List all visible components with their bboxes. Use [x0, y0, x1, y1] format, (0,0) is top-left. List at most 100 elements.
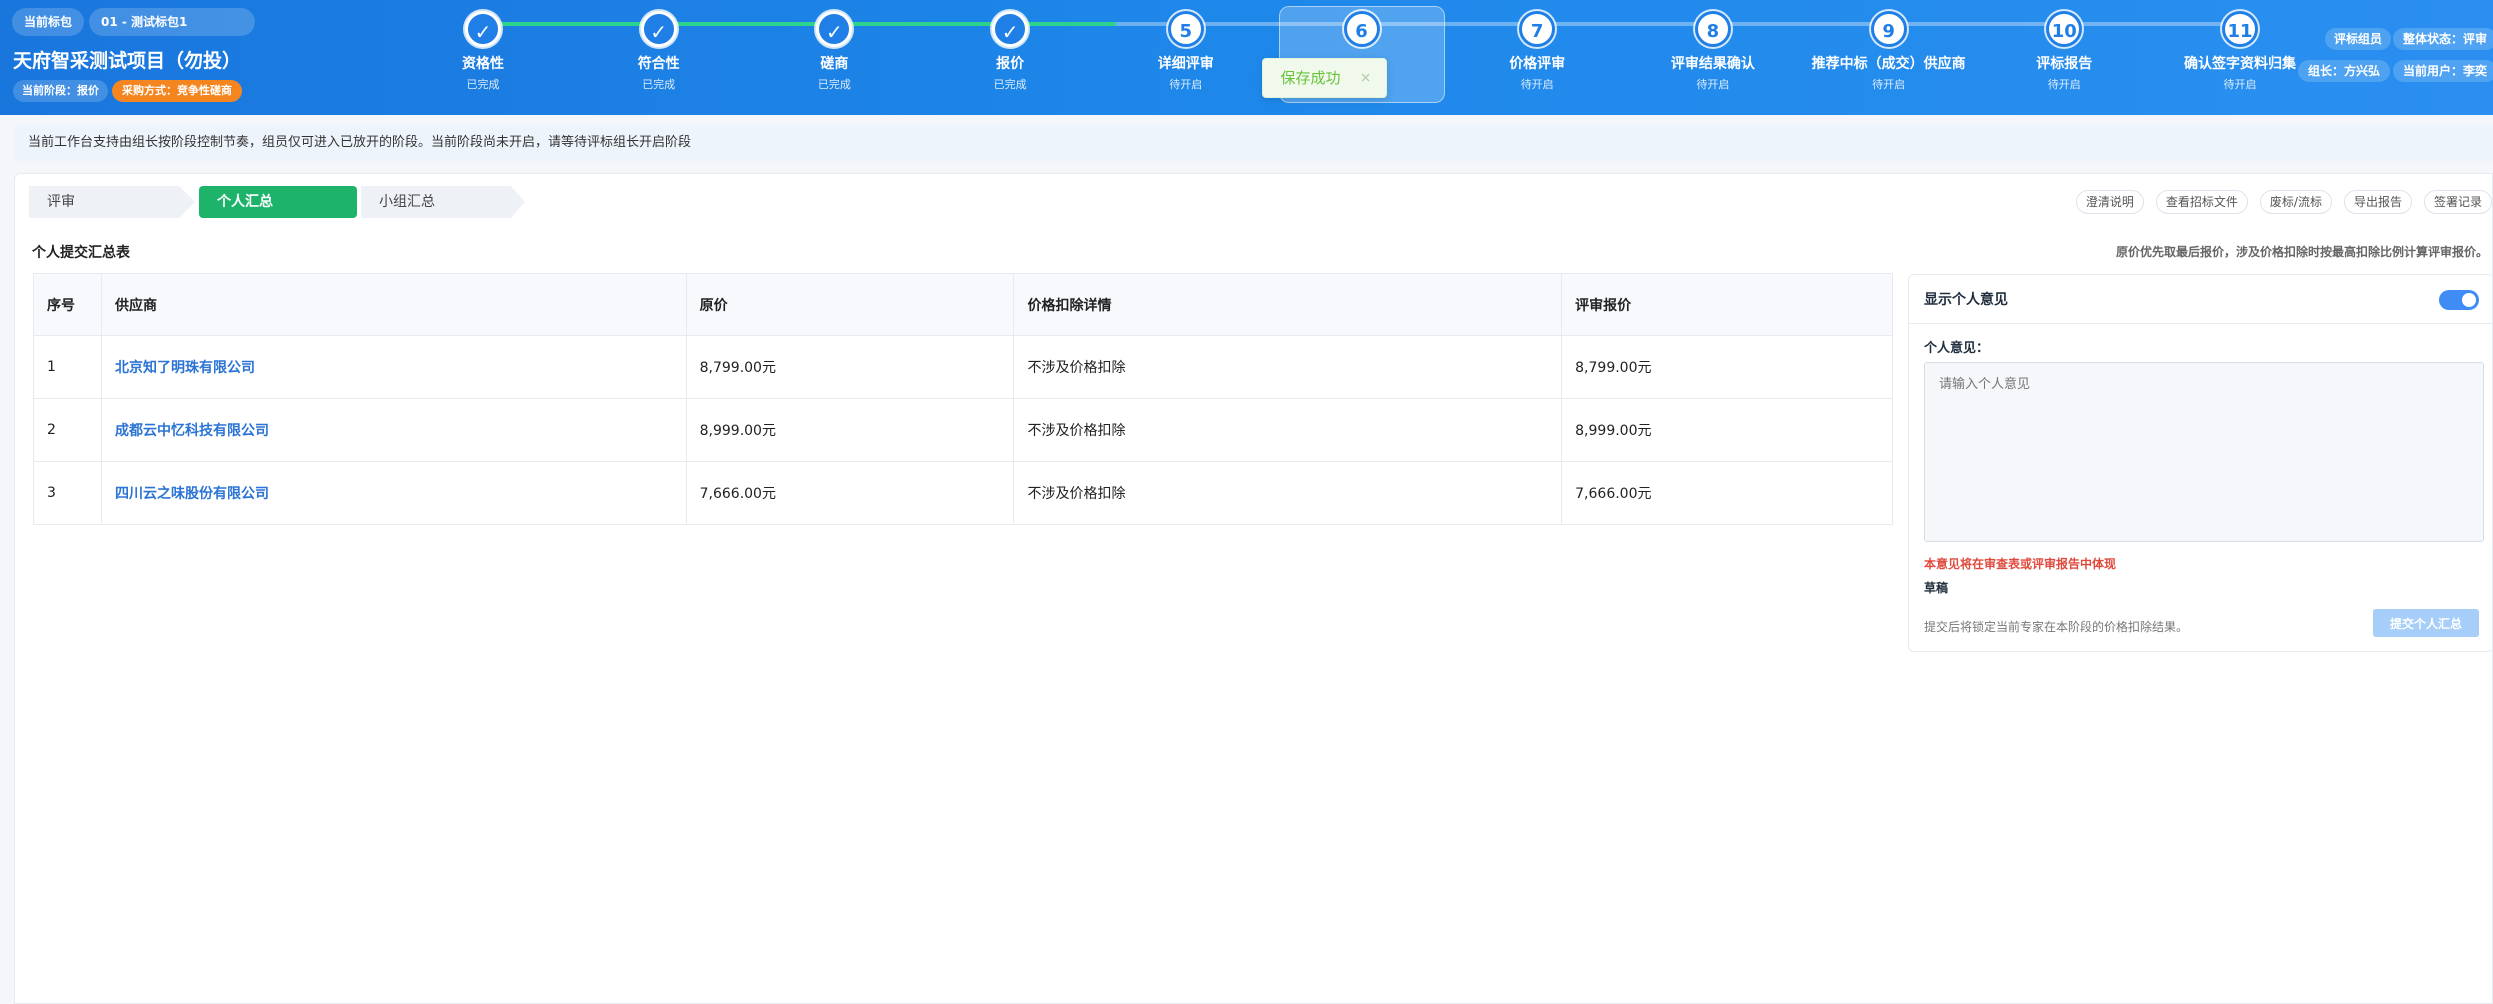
col-header-deduction: 价格扣除详情 [1013, 273, 1563, 336]
step-number: 11 [2222, 11, 2258, 47]
step-number: 6 [1343, 11, 1380, 47]
col-header-review-price: 评审报价 [1561, 273, 1893, 336]
export-report-button[interactable]: 导出报告 [2343, 190, 2412, 214]
step-5[interactable]: 5 详细评审待开启 [1101, 11, 1271, 92]
step-9[interactable]: 9 推荐中标（成交）供应商 待开启 [1804, 11, 1974, 92]
step-3[interactable]: ✓ 磋商 已完成 [749, 11, 919, 92]
draft-status: 草稿 [1924, 581, 1949, 595]
step-number: 7 [1519, 11, 1556, 47]
package-selector[interactable]: 01 - 测试标包1 [89, 8, 255, 36]
check-icon: ✓ [816, 11, 853, 47]
check-icon: ✓ [992, 11, 1029, 47]
cell-price: 8,999.00元 [685, 398, 1015, 462]
step-status: 已完成 [817, 78, 851, 91]
header-bar: 当前标包 01 - 测试标包1 天府智采测试项目（勿投） 当前阶段：报价 采购方… [0, 0, 2493, 115]
overall-status-badge: 整体状态：评审 [2393, 28, 2493, 50]
cell-deduction: 不涉及价格扣除 [1013, 398, 1563, 462]
step-label: 评审结果确认 [1670, 56, 1755, 72]
summary-table: 序号 供应商 原价 价格扣除详情 评审报价 1 北京知了明珠有限公司 8,799… [33, 273, 1893, 525]
step-status: 待开启 [2223, 78, 2257, 91]
supplier-link[interactable]: 成都云中忆科技有限公司 [115, 423, 269, 439]
sign-records-button[interactable]: 签署记录 [2423, 190, 2492, 214]
submit-summary-button[interactable]: 提交个人汇总 [2373, 609, 2479, 637]
step-11[interactable]: 11 确认签字资料归集 待开启 [2155, 11, 2325, 92]
check-icon: ✓ [640, 11, 677, 47]
step-label: 详细评审 [1157, 56, 1214, 72]
tab-personal-summary[interactable]: 个人汇总 [199, 186, 357, 218]
step-8[interactable]: 8 评审结果确认 待开启 [1628, 11, 1798, 92]
step-number: 8 [1694, 11, 1731, 47]
col-header-no: 序号 [33, 273, 102, 336]
step-number: 5 [1167, 11, 1204, 47]
procurement-method-badge: 采购方式：竞争性磋商 [112, 80, 242, 102]
tab-review[interactable]: 评审 [29, 186, 195, 218]
current-user-badge: 当前用户：李奕 [2393, 60, 2493, 82]
step-status: 待开启 [1520, 78, 1554, 91]
step-label: 推荐中标（成交）供应商 [1811, 56, 1966, 72]
cell-price: 8,799.00元 [685, 335, 1015, 399]
cell-deduction: 不涉及价格扣除 [1013, 461, 1563, 525]
cell-no: 3 [33, 461, 102, 525]
step-status: 待开启 [2047, 78, 2081, 91]
table-row: 2 成都云中忆科技有限公司 8,999.00元 不涉及价格扣除 8,999.00… [33, 398, 1893, 462]
main-card: 评审 个人汇总 小组汇总 澄清说明 查看招标文件 废标/流标 导出报告 签署记录 个人提… [14, 173, 2493, 1004]
clarification-button[interactable]: 澄清说明 [2075, 190, 2144, 214]
show-opinion-toggle[interactable] [2439, 290, 2479, 310]
step-label: 符合性 [637, 56, 680, 72]
col-header-price: 原价 [685, 273, 1015, 336]
abandon-bid-button[interactable]: 废标/流标 [2259, 190, 2332, 214]
table-header-row: 序号 供应商 原价 价格扣除详情 评审报价 [33, 273, 1893, 336]
step-status: 已完成 [642, 78, 676, 91]
step-number: 10 [2046, 11, 2083, 47]
leader-badge: 组长：方兴弘 [2298, 60, 2391, 82]
toolbar: 澄清说明 查看招标文件 废标/流标 导出报告 签署记录 [2064, 190, 2492, 214]
stage-notice: 当前工作台支持由组长按阶段控制节奏，组员仅可进入已放开的阶段。当前阶段尚未开启，… [14, 125, 2493, 161]
step-status: 已完成 [993, 78, 1027, 91]
step-number: 9 [1870, 11, 1907, 47]
current-package-label: 当前标包 [12, 8, 85, 36]
supplier-link[interactable]: 四川云之味股份有限公司 [115, 486, 269, 502]
step-status: 已完成 [466, 78, 500, 91]
cell-review-price: 8,999.00元 [1561, 398, 1893, 462]
table-row: 3 四川云之味股份有限公司 7,666.00元 不涉及价格扣除 7,666.00… [33, 461, 1893, 525]
step-6[interactable]: 6 [1277, 11, 1447, 53]
opinion-label: 个人意见： [1924, 341, 1990, 356]
step-1[interactable]: ✓ 资格性已完成 [398, 11, 568, 92]
step-label: 评标报告 [2036, 56, 2093, 72]
panel-divider [1909, 323, 2493, 324]
col-header-supplier: 供应商 [100, 273, 687, 336]
section-note: 原价优先取最后报价，涉及价格扣除时按最高扣除比例计算评审报价。 [2115, 245, 2488, 259]
opinion-textarea[interactable] [1924, 362, 2484, 542]
step-status: 待开启 [1872, 78, 1906, 91]
tab-group-summary[interactable]: 小组汇总 [361, 186, 525, 218]
toast-close-icon[interactable]: × [1360, 59, 1372, 97]
check-icon: ✓ [465, 11, 501, 47]
submit-note: 提交后将锁定当前专家在本阶段的价格扣除结果。 [1924, 620, 2189, 634]
cell-deduction: 不涉及价格扣除 [1013, 335, 1563, 399]
supplier-link[interactable]: 北京知了明珠有限公司 [115, 360, 255, 376]
cell-review-price: 8,799.00元 [1561, 335, 1893, 399]
cell-no: 2 [33, 398, 102, 462]
step-4[interactable]: ✓ 报价已完成 [925, 11, 1095, 92]
current-stage-badge: 当前阶段：报价 [13, 80, 108, 102]
step-2[interactable]: ✓ 符合性已完成 [574, 11, 744, 92]
cell-review-price: 7,666.00元 [1561, 461, 1893, 525]
show-opinion-title: 显示个人意见 [1924, 292, 2008, 308]
cell-price: 7,666.00元 [685, 461, 1015, 525]
step-label: 资格性 [462, 56, 504, 72]
role-badge: 评标组员 [2325, 28, 2392, 50]
project-title: 天府智采测试项目（勿投） [13, 50, 242, 72]
step-10[interactable]: 10 评标报告待开启 [1979, 11, 2149, 92]
section-title: 个人提交汇总表 [32, 245, 130, 261]
cell-no: 1 [33, 335, 102, 399]
step-status: 待开启 [1169, 78, 1203, 91]
step-7[interactable]: 7 价格评审 待开启 [1452, 11, 1622, 92]
view-tender-doc-button[interactable]: 查看招标文件 [2155, 190, 2248, 214]
opinion-warning: 本意见将在审查表或评审报告中体现 [1924, 557, 2117, 571]
save-success-toast: 保存成功 × [1261, 58, 1387, 98]
step-label: 报价 [996, 56, 1025, 72]
step-status: 待开启 [1696, 78, 1730, 91]
toast-message: 保存成功 [1280, 69, 1341, 87]
table-row: 1 北京知了明珠有限公司 8,799.00元 不涉及价格扣除 8,799.00元 [33, 335, 1893, 399]
personal-opinion-panel: 显示个人意见 个人意见： 本意见将在审查表或评审报告中体现 草稿 提交后将锁定当… [1908, 274, 2493, 652]
